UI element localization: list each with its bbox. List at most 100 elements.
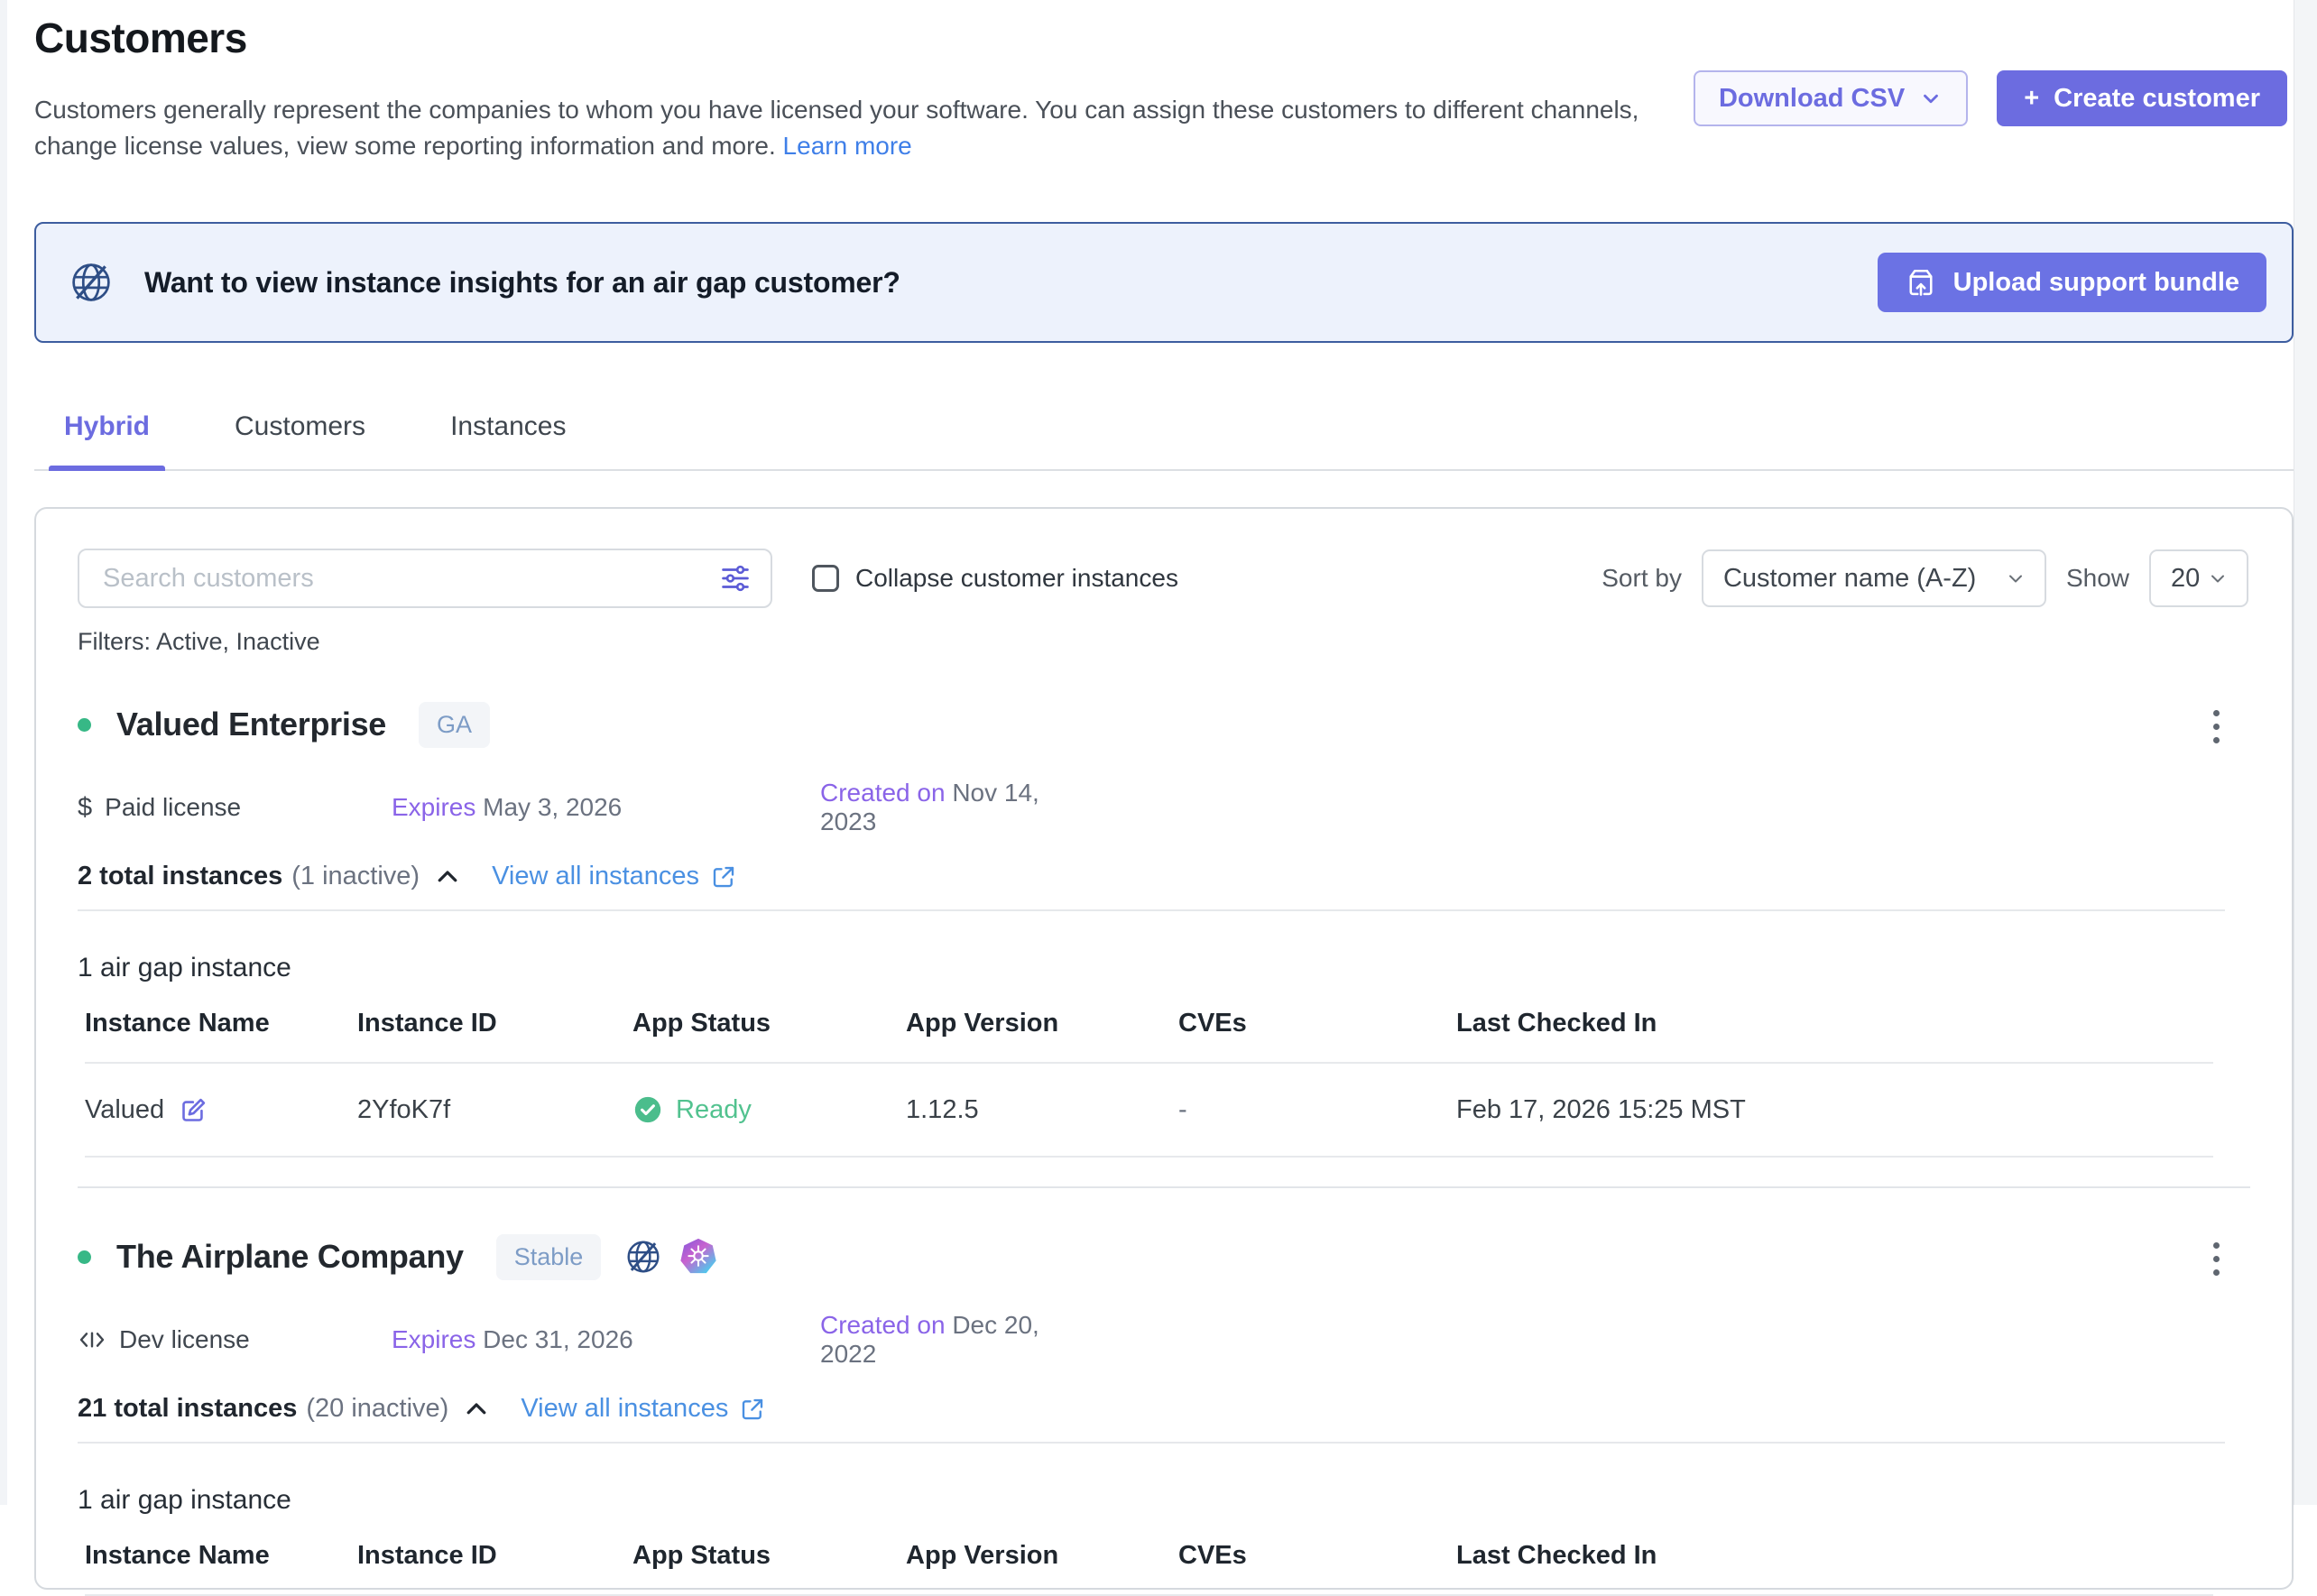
instance-name-cell: Valued <box>85 1095 357 1125</box>
app-version: 1.12.5 <box>906 1095 1178 1125</box>
col-app-version: App Version <box>906 1009 1178 1062</box>
col-cves: CVEs <box>1178 1541 1456 1594</box>
active-filters-text: Filters: Active, Inactive <box>78 628 2250 656</box>
airgap-globe-icon <box>624 1238 662 1276</box>
view-all-label: View all instances <box>492 862 699 891</box>
channel-badge: Stable <box>496 1234 602 1280</box>
tab-hybrid[interactable]: Hybrid <box>49 397 165 469</box>
col-instance-name: Instance Name <box>85 1541 357 1594</box>
customer-card-valued-enterprise: Valued Enterprise GA $ Paid license Expi… <box>78 699 2250 1188</box>
learn-more-link[interactable]: Learn more <box>783 132 912 160</box>
status-dot <box>78 1250 91 1264</box>
instance-table-header: Instance Name Instance ID App Status App… <box>85 1541 2213 1596</box>
page-title: Customers <box>34 14 2317 61</box>
inactive-count-text: (1 inactive) <box>291 862 420 891</box>
license-info: $ Paid license <box>78 793 392 823</box>
dollar-icon: $ <box>78 793 92 823</box>
created-label: Created on <box>820 779 946 807</box>
page-description: Customers generally represent the compan… <box>34 92 1640 164</box>
channel-badge: GA <box>419 702 490 748</box>
scrollbar-track[interactable] <box>2294 0 2317 1505</box>
create-customer-button[interactable]: + Create customer <box>1997 70 2287 126</box>
collapse-checkbox[interactable] <box>812 565 839 592</box>
total-instances-text: 2 total instances <box>78 862 282 891</box>
chevron-down-icon <box>2005 567 2026 589</box>
instance-table-header: Instance Name Instance ID App Status App… <box>85 1009 2213 1064</box>
instance-table: Instance Name Instance ID App Status App… <box>85 1541 2213 1596</box>
license-info: Dev license <box>78 1325 392 1354</box>
expires-date: Dec 31, 2026 <box>483 1325 633 1353</box>
check-circle-icon <box>632 1094 663 1125</box>
download-csv-button[interactable]: Download CSV <box>1694 70 1968 126</box>
code-icon <box>78 1325 106 1354</box>
license-type-label: Paid license <box>105 793 241 822</box>
app-status-text: Ready <box>676 1095 752 1125</box>
chevron-up-icon[interactable] <box>463 1396 490 1423</box>
customer-card-airplane-company: The Airplane Company Stable <box>78 1232 2250 1596</box>
customer-name[interactable]: The Airplane Company <box>116 1238 464 1276</box>
customers-panel: Collapse customer instances Sort by Cust… <box>34 507 2294 1590</box>
tab-bar: Hybrid Customers Instances <box>34 397 2294 471</box>
plus-icon: + <box>2024 84 2039 114</box>
collapse-instances-control: Collapse customer instances <box>812 564 1178 593</box>
kubernetes-icon <box>678 1237 718 1277</box>
external-link-icon <box>710 863 737 890</box>
page-header: Customers Customers generally represent … <box>0 0 2317 164</box>
tab-customers[interactable]: Customers <box>219 397 381 469</box>
status-dot <box>78 718 91 732</box>
external-link-icon <box>739 1396 766 1423</box>
view-all-instances-link[interactable]: View all instances <box>521 1394 766 1424</box>
customer-separator <box>78 1186 2250 1188</box>
created-label: Created on <box>820 1311 946 1339</box>
instances-summary-row: 21 total instances (20 inactive) View al… <box>78 1394 2250 1424</box>
customer-name[interactable]: Valued Enterprise <box>116 706 386 743</box>
filter-sliders-icon[interactable] <box>718 561 752 595</box>
customer-meta: Dev license Expires Dec 31, 2026 Created… <box>78 1311 2250 1369</box>
show-label: Show <box>2066 564 2129 593</box>
tab-instances[interactable]: Instances <box>435 397 581 469</box>
expires-label: Expires <box>392 793 475 821</box>
divider <box>78 1442 2225 1444</box>
customer-type-icons <box>624 1237 718 1277</box>
air-gap-heading: 1 air gap instance <box>78 953 2250 983</box>
expires-label: Expires <box>392 1325 475 1353</box>
expires-info: Expires Dec 31, 2026 <box>392 1325 820 1354</box>
instance-row: Valued 2YfoK7f Ready 1.12.5 <box>85 1064 2213 1158</box>
created-info: Created on Nov 14, 2023 <box>820 779 1077 836</box>
upload-button-label: Upload support bundle <box>1953 268 2239 298</box>
col-cves: CVEs <box>1178 1009 1456 1062</box>
customer-header: Valued Enterprise GA <box>78 699 2250 750</box>
chevron-down-icon <box>1919 87 1943 110</box>
col-last-checked-in: Last Checked In <box>1456 1009 2213 1062</box>
last-checked-in: Feb 17, 2026 15:25 MST <box>1456 1095 2213 1125</box>
air-gap-heading: 1 air gap instance <box>78 1485 2250 1516</box>
total-instances-text: 21 total instances <box>78 1394 297 1424</box>
sort-area: Sort by Customer name (A-Z) Show 20 <box>1602 549 2250 607</box>
app-status-cell: Ready <box>632 1094 906 1125</box>
customer-meta: $ Paid license Expires May 3, 2026 Creat… <box>78 779 2250 836</box>
show-select-value: 20 <box>2171 564 2200 594</box>
sort-select[interactable]: Customer name (A-Z) <box>1702 549 2046 607</box>
expires-info: Expires May 3, 2026 <box>392 793 820 822</box>
download-csv-label: Download CSV <box>1719 84 1905 114</box>
page-left-gutter <box>0 0 7 1505</box>
view-all-instances-link[interactable]: View all instances <box>492 862 737 891</box>
chevron-up-icon[interactable] <box>434 863 461 890</box>
col-instance-name: Instance Name <box>85 1009 357 1062</box>
collapse-checkbox-label: Collapse customer instances <box>855 564 1178 593</box>
cves-value: - <box>1178 1095 1456 1125</box>
banner-title: Want to view instance insights for an ai… <box>144 266 900 300</box>
instance-name: Valued <box>85 1095 164 1125</box>
customer-header: The Airplane Company Stable <box>78 1232 2250 1282</box>
kebab-menu-button[interactable] <box>2208 1237 2225 1281</box>
sort-by-label: Sort by <box>1602 564 1682 593</box>
edit-icon[interactable] <box>179 1095 208 1125</box>
search-input[interactable] <box>78 549 772 608</box>
show-select[interactable]: 20 <box>2149 549 2248 607</box>
col-app-status: App Status <box>632 1009 906 1062</box>
upload-support-bundle-button[interactable]: Upload support bundle <box>1878 253 2266 312</box>
expires-date: May 3, 2026 <box>483 793 622 821</box>
col-app-status: App Status <box>632 1541 906 1594</box>
inactive-count-text: (20 inactive) <box>306 1394 448 1424</box>
kebab-menu-button[interactable] <box>2208 705 2225 749</box>
